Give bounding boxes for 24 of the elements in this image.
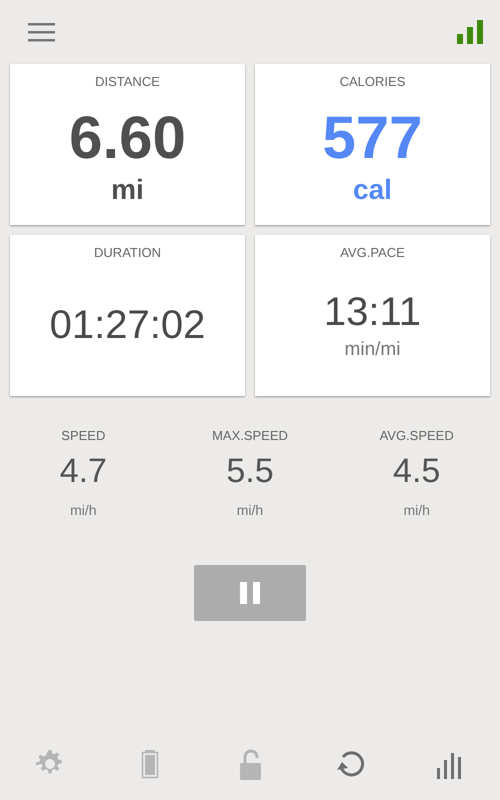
- metric-unit: mi: [111, 176, 144, 204]
- stat-value: 4.5: [393, 454, 440, 488]
- metric-unit: cal: [353, 176, 392, 204]
- stat-label: SPEED: [61, 427, 106, 445]
- stat-unit: mi/h: [236, 500, 264, 520]
- stat-label: AVG.SPEED: [380, 427, 454, 445]
- pause-button[interactable]: [194, 564, 306, 620]
- menu-icon[interactable]: [28, 22, 55, 42]
- signal-icon: [457, 20, 485, 44]
- metric-value: 01:27:02: [50, 305, 206, 346]
- stat-unit: mi/h: [403, 500, 430, 520]
- metric-value: 13:11: [324, 292, 422, 332]
- stat-value: 5.5: [226, 454, 274, 488]
- metric-value: 6.60: [69, 108, 186, 168]
- metric-unit: min/mi: [344, 340, 400, 359]
- metric-value: 577: [322, 108, 423, 168]
- metric-label: DISTANCE: [95, 73, 160, 91]
- pause-icon: [240, 582, 260, 604]
- stat-unit: mi/h: [70, 500, 97, 520]
- metric-label: DURATION: [94, 244, 161, 262]
- stat-label: MAX.SPEED: [212, 427, 288, 445]
- stat-value: 4.7: [60, 454, 107, 488]
- metric-label: CALORIES: [340, 73, 406, 91]
- metric-label: AVG.PACE: [340, 244, 405, 262]
